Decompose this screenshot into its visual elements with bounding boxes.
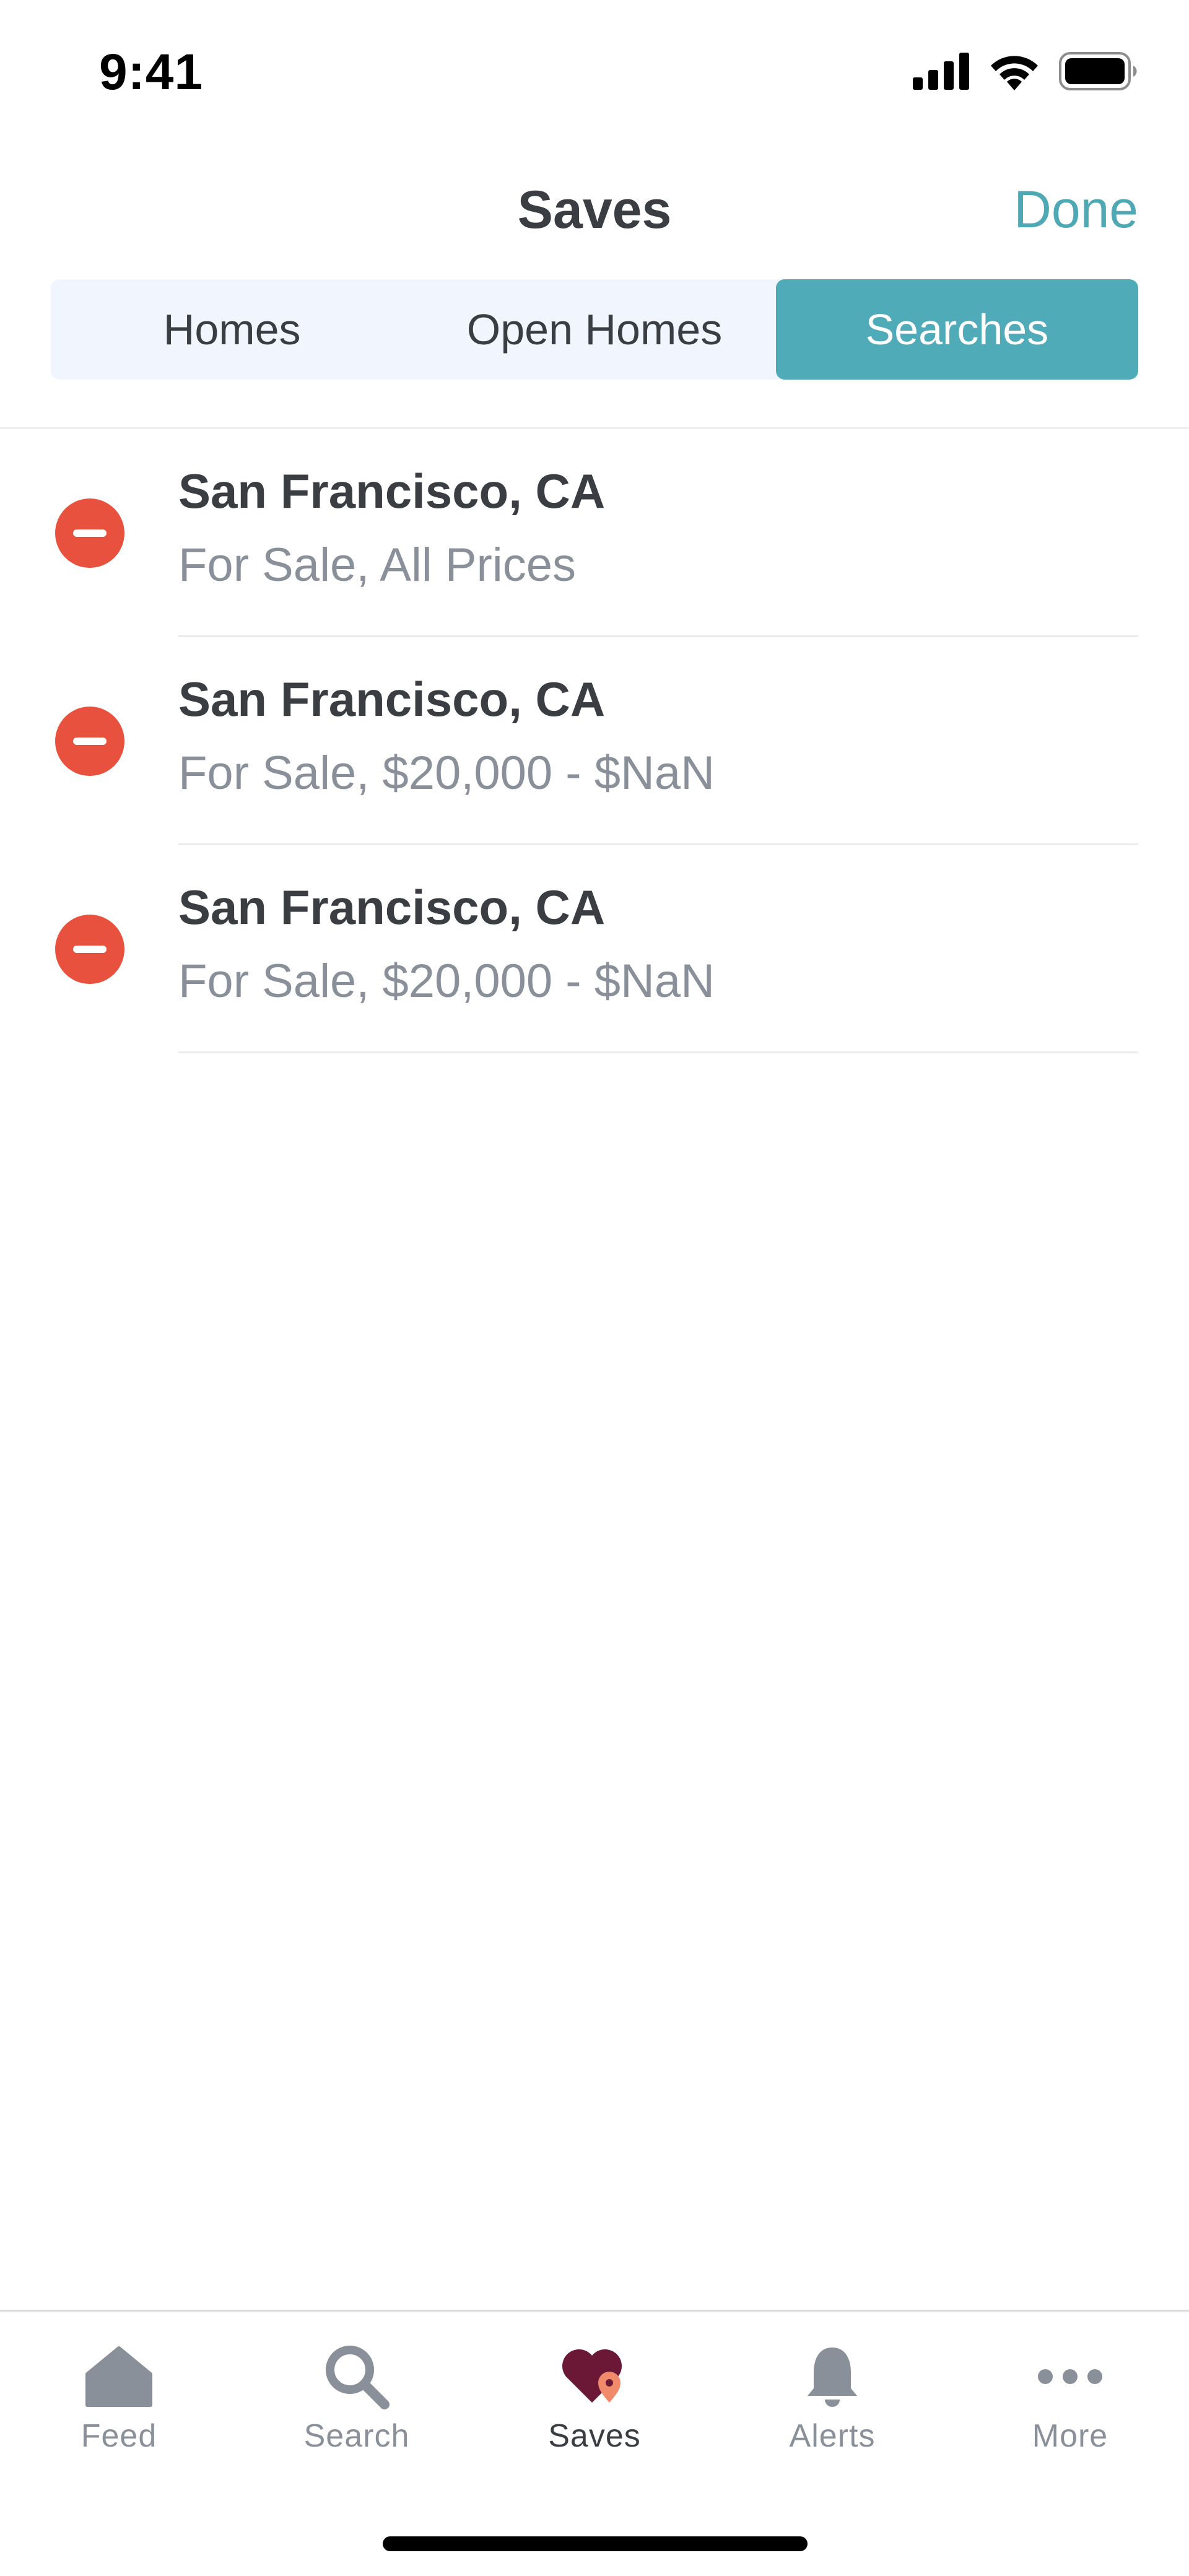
delete-button[interactable] [55,707,124,776]
status-time: 9:41 [99,44,204,100]
search-location: San Francisco, CA [178,464,606,518]
bell-icon [795,2339,869,2414]
list-item-text: San Francisco, CA For Sale, All Prices [178,460,605,596]
tab-feed[interactable]: Feed [0,2312,238,2473]
list-item[interactable]: San Francisco, CA For Sale, $20,000 - $N… [0,845,1189,1053]
list-item[interactable]: San Francisco, CA For Sale, All Prices [0,429,1189,637]
delete-button[interactable] [55,915,124,984]
list-item[interactable]: San Francisco, CA For Sale, $20,000 - $N… [0,637,1189,845]
navigation-bar: Saves Done [0,167,1189,254]
saved-searches-list: San Francisco, CA For Sale, All Prices S… [0,429,1189,1053]
row-divider [178,1051,1138,1053]
delete-button[interactable] [55,498,124,568]
tab-label: Feed [81,2418,157,2454]
segment-searches[interactable]: Searches [775,279,1138,380]
home-indicator[interactable] [383,2536,808,2551]
tab-alerts[interactable]: Alerts [713,2312,951,2473]
cellular-signal-icon [913,52,970,93]
list-item-text: San Francisco, CA For Sale, $20,000 - $N… [178,668,715,804]
battery-icon [1059,51,1139,94]
list-item-text: San Francisco, CA For Sale, $20,000 - $N… [178,876,715,1012]
tab-bar: Feed Search Saves Alerts More [0,2310,1189,2576]
segment-open-homes[interactable]: Open Homes [413,279,775,380]
done-button[interactable]: Done [1014,180,1138,240]
more-icon [1033,2339,1107,2414]
home-icon [82,2339,156,2414]
search-icon [320,2339,394,2414]
saves-segmented-control: Homes Open Homes Searches [51,279,1138,380]
tab-label: Search [303,2418,410,2454]
heart-pin-icon [557,2339,632,2414]
tab-label: Alerts [789,2418,876,2454]
tab-saves[interactable]: Saves [476,2312,713,2473]
status-icons [913,51,1139,94]
tab-label: More [1032,2418,1108,2454]
search-location: San Francisco, CA [178,880,606,934]
page-title: Saves [517,180,672,240]
search-criteria: For Sale, All Prices [178,539,576,591]
tab-label: Saves [548,2418,641,2454]
search-criteria: For Sale, $20,000 - $NaN [178,747,715,799]
search-location: San Francisco, CA [178,672,606,726]
tab-search[interactable]: Search [238,2312,476,2473]
tab-more[interactable]: More [951,2312,1189,2473]
wifi-icon [988,52,1040,94]
segment-homes[interactable]: Homes [51,279,413,380]
status-bar: 9:41 [0,0,1189,142]
search-criteria: For Sale, $20,000 - $NaN [178,955,715,1007]
